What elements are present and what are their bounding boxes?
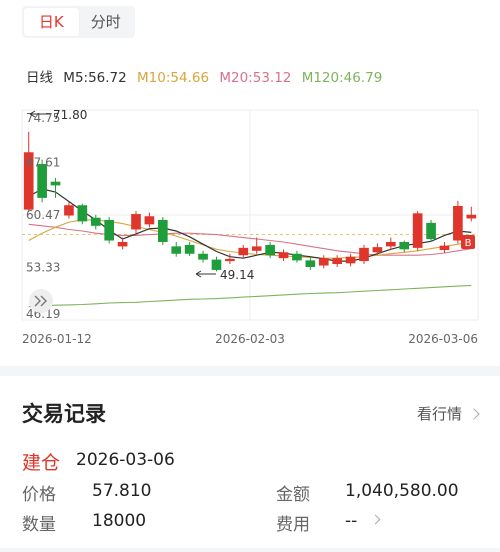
- candle: [77, 203, 88, 225]
- y-axis-tick-label: 67.61: [26, 156, 60, 170]
- buy-marker: B: [461, 235, 475, 249]
- expand-chart-button[interactable]: [29, 289, 53, 313]
- ma120-value: M120:46.79: [301, 70, 383, 86]
- candle-body: [399, 241, 410, 250]
- candle-body: [412, 213, 423, 248]
- candle-body: [359, 247, 369, 262]
- candle: [171, 241, 182, 257]
- candle: [466, 206, 477, 222]
- ma-period-label: 日线: [26, 70, 53, 86]
- low-price-label: 49.14: [220, 268, 254, 282]
- view-quote-label: 看行情: [416, 405, 462, 423]
- moving-average-legend: 日线 M5:56.72 M10:54.66 M20:53.12 M120:46.…: [26, 66, 388, 86]
- candle: [385, 237, 396, 250]
- fee-value[interactable]: --: [345, 511, 357, 531]
- candle: [439, 241, 450, 254]
- candle: [184, 241, 195, 256]
- candle-body: [453, 205, 463, 241]
- candle: [332, 255, 343, 267]
- candle-body: [157, 219, 168, 242]
- trade-date: 2026-03-06: [76, 450, 175, 470]
- candle-body: [144, 216, 155, 225]
- candle-body: [332, 258, 343, 265]
- x-axis-tick-label: 2026-03-06: [408, 332, 478, 346]
- price-label: 价格: [22, 485, 56, 505]
- candle-body: [50, 181, 61, 186]
- candle: [412, 211, 423, 251]
- candle: [238, 244, 249, 259]
- x-axis-tick-label: 2026-02-03: [215, 332, 285, 346]
- candle: [198, 250, 208, 263]
- candle: [305, 256, 316, 270]
- tab-daily-k[interactable]: 日K: [24, 8, 79, 36]
- candle: [64, 202, 74, 219]
- candle: [345, 253, 356, 267]
- candle-body: [265, 244, 275, 256]
- candle-body: [90, 217, 101, 226]
- candle-body: [372, 247, 383, 253]
- candle: [23, 131, 34, 212]
- chevron-right-icon[interactable]: [370, 514, 381, 525]
- trade-action-badge: 建仓: [22, 452, 61, 474]
- amount-label: 金额: [276, 485, 310, 505]
- candle: [251, 237, 262, 254]
- y-axis-tick-label: 53.33: [26, 261, 60, 275]
- candle-body: [117, 241, 128, 247]
- high-price-label: 71.80: [53, 108, 87, 122]
- section-divider: [0, 366, 500, 376]
- candle-body: [466, 214, 477, 219]
- ma20-value: M20:53.12: [219, 70, 292, 86]
- candle-body: [426, 222, 436, 240]
- candle-body: [171, 246, 182, 254]
- candle-body: [305, 260, 316, 267]
- kline-chart[interactable]: 74.7567.6160.4753.3346.19 2026-01-12 2026…: [0, 95, 500, 355]
- fee-label: 费用: [276, 515, 310, 535]
- candle-body: [131, 214, 141, 230]
- bottom-divider: [0, 548, 500, 552]
- candle-body: [292, 253, 302, 261]
- tab-intraday[interactable]: 分时: [79, 8, 134, 36]
- price-value: 57.810: [92, 481, 152, 501]
- chart-period-tabs: 日K 分时: [22, 6, 135, 38]
- candle-body: [77, 205, 88, 222]
- buy-marker-label: B: [465, 238, 472, 249]
- candle: [292, 250, 302, 263]
- candle-body: [184, 244, 195, 254]
- view-quote-link[interactable]: 看行情: [416, 403, 480, 424]
- candle-body: [64, 205, 74, 216]
- candle: [157, 216, 168, 245]
- candle: [131, 211, 141, 234]
- candle: [359, 244, 369, 265]
- ma5-value: M5:56.72: [63, 70, 127, 86]
- quantity-label: 数量: [22, 515, 56, 535]
- quantity-value: 18000: [92, 511, 147, 531]
- low-price-annotation: 49.14: [195, 268, 254, 282]
- amount-value: 1,040,580.00: [345, 481, 459, 501]
- candle-body: [278, 252, 289, 259]
- candle: [426, 219, 436, 242]
- candle: [318, 255, 329, 269]
- trade-records-title: 交易记录: [22, 402, 106, 426]
- chevron-right-icon: [468, 407, 480, 420]
- candle-body: [225, 258, 235, 262]
- candle-body: [104, 219, 115, 241]
- candle-body: [318, 258, 329, 266]
- candle: [117, 237, 128, 250]
- x-axis-tick-label: 2026-01-12: [22, 332, 92, 346]
- candle: [104, 216, 115, 244]
- candle: [399, 240, 410, 253]
- candle-body: [198, 253, 208, 260]
- y-axis-tick-label: 60.47: [26, 208, 60, 222]
- candle-body: [345, 256, 356, 264]
- candle-body: [251, 246, 262, 251]
- candle-body: [238, 247, 249, 256]
- candle: [278, 249, 289, 262]
- candle-body: [385, 241, 396, 247]
- candle: [372, 243, 383, 256]
- candle-body: [439, 245, 450, 251]
- ma10-value: M10:54.66: [137, 70, 210, 86]
